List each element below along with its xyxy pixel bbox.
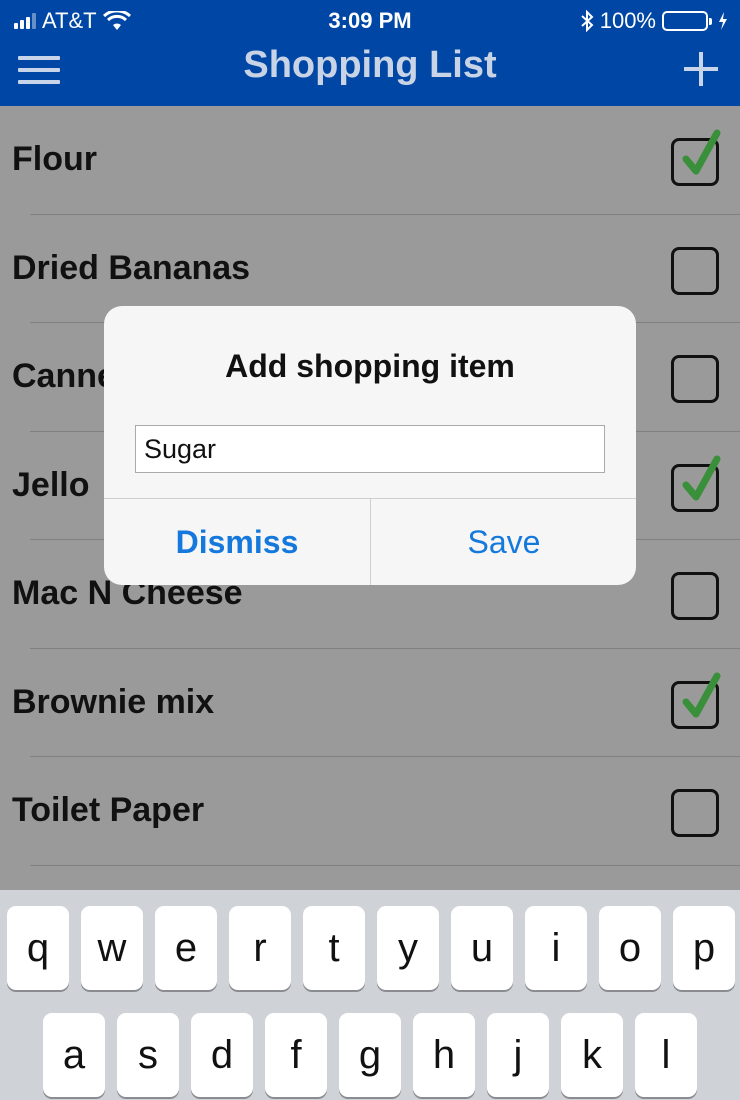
item-checkbox[interactable]	[671, 572, 719, 620]
status-right: 100%	[580, 8, 728, 34]
key-g[interactable]: g	[339, 1013, 401, 1097]
key-i[interactable]: i	[525, 906, 587, 990]
save-button[interactable]: Save	[371, 499, 637, 585]
key-j[interactable]: j	[487, 1013, 549, 1097]
key-h[interactable]: h	[413, 1013, 475, 1097]
dismiss-button[interactable]: Dismiss	[104, 499, 370, 585]
key-k[interactable]: k	[561, 1013, 623, 1097]
list-item-label: Toilet Paper	[12, 791, 205, 829]
key-s[interactable]: s	[117, 1013, 179, 1097]
list-item[interactable]: Toilet Paper	[0, 757, 740, 866]
key-l[interactable]: l	[635, 1013, 697, 1097]
page-title: Shopping List	[243, 44, 497, 86]
checkmark-icon	[682, 672, 721, 717]
item-checkbox[interactable]	[671, 129, 721, 186]
dialog-title: Add shopping item	[225, 348, 515, 384]
key-q[interactable]: q	[7, 906, 69, 990]
item-checkbox[interactable]	[671, 246, 719, 295]
item-checkbox[interactable]	[671, 789, 719, 837]
item-checkbox[interactable]	[671, 672, 721, 729]
keyboard-row-2: asdfghjkl	[43, 1013, 697, 1097]
checkmark-icon	[682, 455, 721, 500]
list-item-label: Flour	[12, 140, 97, 178]
bluetooth-icon	[581, 10, 594, 32]
key-d[interactable]: d	[191, 1013, 253, 1097]
list-item-label: Brownie mix	[12, 682, 215, 721]
key-w[interactable]: w	[81, 906, 143, 990]
key-p[interactable]: p	[673, 906, 735, 990]
list-item[interactable]: Brownie mix	[0, 649, 740, 757]
list-item-label: Canne	[12, 357, 116, 395]
list-item-label: Jello	[12, 465, 90, 504]
key-u[interactable]: u	[451, 906, 513, 990]
keyboard-row-1: qwertyuiop	[7, 906, 735, 990]
row-separator	[30, 864, 740, 866]
battery-icon	[662, 11, 712, 31]
app-header: AT&T 3:09 PM 100% Shopping List	[0, 0, 740, 106]
keyboard: qwertyuiop asdfghjkl	[0, 890, 740, 1100]
key-f[interactable]: f	[265, 1013, 327, 1097]
key-t[interactable]: t	[303, 906, 365, 990]
add-item-dialog: Add shopping item Dismiss Save	[104, 306, 636, 585]
add-item-button[interactable]	[684, 52, 718, 86]
key-y[interactable]: y	[377, 906, 439, 990]
key-e[interactable]: e	[155, 906, 217, 990]
item-checkbox[interactable]	[671, 455, 721, 512]
item-checkbox[interactable]	[671, 355, 719, 403]
list-item[interactable]: Flour	[0, 106, 740, 215]
nav-bar: Shopping List	[0, 40, 740, 106]
item-name-input[interactable]	[135, 425, 605, 473]
key-a[interactable]: a	[43, 1013, 105, 1097]
list-item-label: Dried Bananas	[12, 248, 251, 287]
battery-percent: 100%	[599, 8, 656, 33]
charging-icon	[719, 12, 727, 30]
checkmark-icon	[682, 129, 721, 175]
status-bar: AT&T 3:09 PM 100%	[0, 0, 740, 40]
key-r[interactable]: r	[229, 906, 291, 990]
key-o[interactable]: o	[599, 906, 661, 990]
